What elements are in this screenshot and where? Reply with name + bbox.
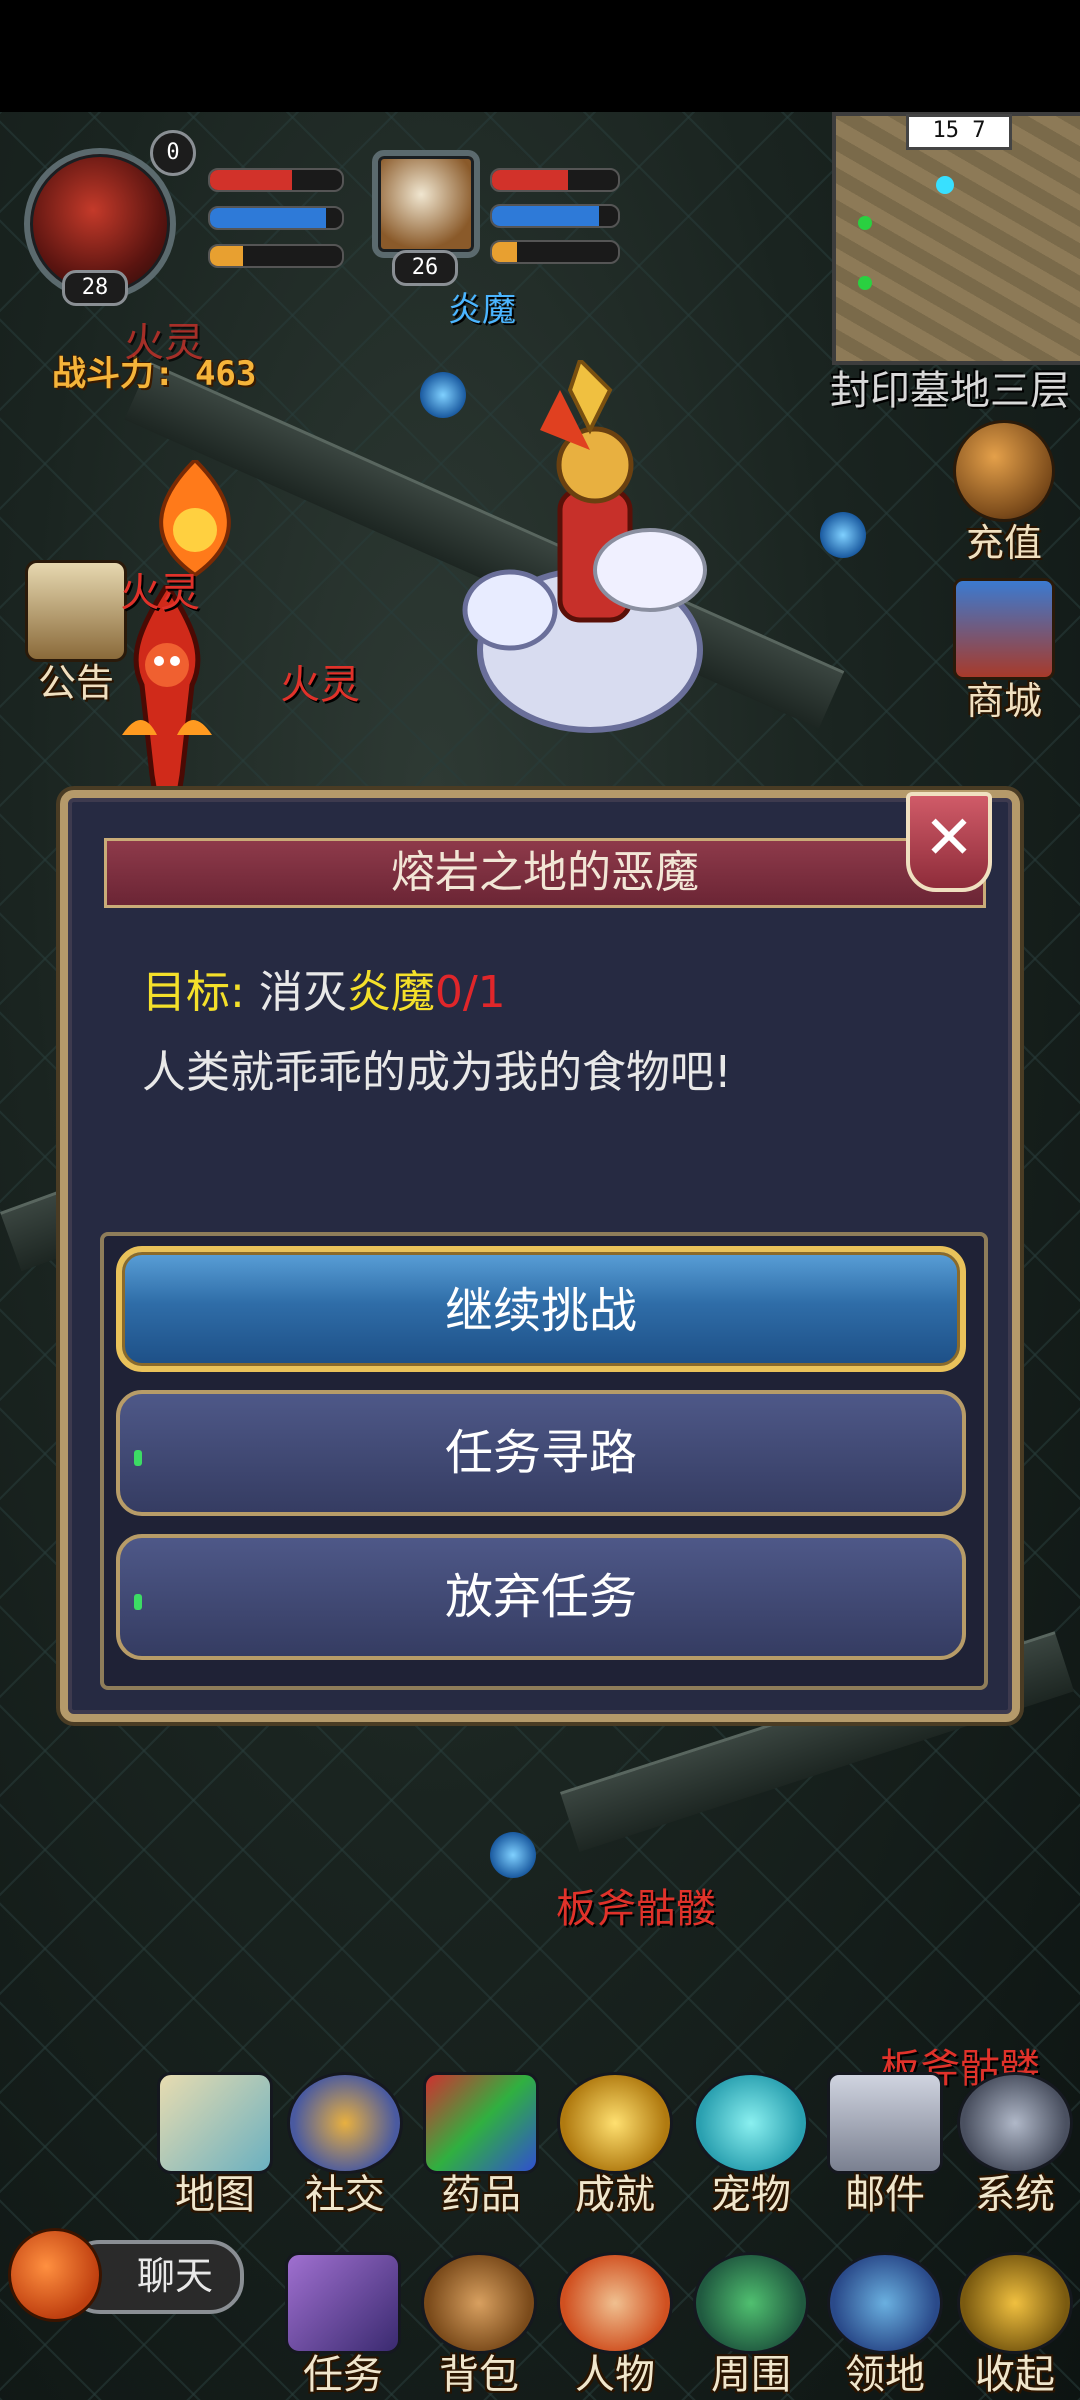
minimap-player-marker	[936, 176, 954, 194]
player-mp-bar	[208, 206, 344, 230]
mob-name-label: 火灵	[124, 320, 204, 366]
menu-mail-label: 邮件	[845, 2172, 925, 2218]
pet-hp-fill	[492, 170, 568, 190]
close-icon: ✕	[923, 803, 975, 873]
pet-name-label: 炎魔	[448, 290, 516, 330]
menu-quests-label: 任务	[303, 2352, 383, 2398]
menu-pets-label: 宠物	[711, 2172, 791, 2218]
book-icon	[25, 560, 127, 662]
dialog-title: 熔岩之地的恶魔	[104, 838, 986, 908]
quest-description: 人类就乖乖的成为我的食物吧!	[142, 1047, 732, 1098]
button-indicator	[134, 1450, 142, 1466]
button-indicator	[134, 1594, 142, 1610]
goal-target: 炎魔	[346, 967, 435, 1018]
chat-avatar-icon	[8, 2228, 102, 2322]
shop-label: 商城	[965, 679, 1042, 723]
pet-mp-fill	[492, 206, 600, 226]
pet-hp-bar	[490, 168, 620, 192]
menu-pets[interactable]: 宠物	[686, 2072, 816, 2220]
menu-system-label: 系统	[975, 2172, 1055, 2218]
minimap-marker	[858, 216, 872, 230]
rocket-icon	[953, 420, 1055, 522]
notification-count-badge[interactable]: 0	[150, 130, 196, 176]
mail-icon	[827, 2072, 943, 2174]
dialog-button-group: 继续挑战 任务寻路 放弃任务	[100, 1232, 988, 1690]
menu-collapse-label: 收起	[975, 2352, 1055, 2398]
shop-button[interactable]: 商城	[944, 578, 1064, 725]
recharge-button[interactable]: 充值	[944, 420, 1064, 567]
menu-system[interactable]: 系统	[950, 2072, 1080, 2220]
menu-achievements-label: 成就	[575, 2172, 655, 2218]
player-exp-fill	[210, 246, 243, 266]
menu-collapse[interactable]: 收起	[950, 2252, 1080, 2400]
social-icon	[287, 2072, 403, 2174]
continue-challenge-button[interactable]: 继续挑战	[116, 1246, 966, 1372]
menu-potions[interactable]: 药品	[416, 2072, 546, 2220]
minimap[interactable]: 15 7	[832, 112, 1080, 365]
map-name: 封印墓地三层	[830, 368, 1070, 414]
quest-book-icon	[285, 2252, 401, 2354]
mob-name-label: 火灵	[120, 570, 200, 616]
character-icon	[557, 2252, 673, 2354]
map-icon	[157, 2072, 273, 2174]
goal-action: 消灭	[258, 967, 347, 1018]
gear-icon	[957, 2072, 1073, 2174]
player-hero-mounted[interactable]	[440, 360, 720, 760]
minimap-coordinates: 15 7	[906, 114, 1012, 150]
pet-icon	[693, 2072, 809, 2174]
collapse-arrow-icon	[957, 2252, 1073, 2354]
blue-flame-torch	[820, 512, 866, 558]
menu-potions-label: 药品	[441, 2172, 521, 2218]
quest-dialog: 熔岩之地的恶魔 ✕ 目标: 消灭炎魔0/1 人类就乖乖的成为我的食物吧! 继续挑…	[60, 790, 1020, 1722]
minimap-marker	[858, 276, 872, 290]
abandon-quest-label: 放弃任务	[444, 1569, 637, 1625]
player-hp-bar	[208, 168, 344, 192]
shield-icon	[827, 2252, 943, 2354]
menu-social[interactable]: 社交	[280, 2072, 410, 2220]
menu-nearby-label: 周围	[711, 2352, 791, 2398]
menu-mail[interactable]: 邮件	[820, 2072, 950, 2220]
potion-icon	[423, 2072, 539, 2174]
goal-label: 目标:	[142, 967, 245, 1018]
menu-achievements[interactable]: 成就	[550, 2072, 680, 2220]
pet-level-badge: 26	[392, 250, 458, 286]
shop-icon	[953, 578, 1055, 680]
goal-progress: 0/1	[434, 967, 506, 1018]
menu-map-label: 地图	[175, 2172, 255, 2218]
player-level-badge: 28	[62, 270, 128, 306]
menu-nearby[interactable]: 周围	[686, 2252, 816, 2400]
menu-territory-label: 领地	[845, 2352, 925, 2398]
quest-goal: 目标: 消灭炎魔0/1	[142, 956, 506, 1020]
mob-name-label: 板斧骷髅	[556, 1886, 716, 1932]
player-exp-bar	[208, 244, 344, 268]
blue-flame-torch	[490, 1832, 536, 1878]
menu-territory[interactable]: 领地	[820, 2252, 950, 2400]
pet-exp-bar	[490, 240, 620, 264]
dialog-close-button[interactable]: ✕	[906, 792, 992, 892]
trophy-icon	[557, 2072, 673, 2174]
pet-mp-bar	[490, 204, 620, 228]
pet-exp-fill	[492, 242, 518, 262]
abandon-quest-button[interactable]: 放弃任务	[116, 1534, 966, 1660]
recharge-label: 充值	[965, 521, 1042, 565]
announcement-button[interactable]: 公告	[16, 560, 136, 707]
menu-map[interactable]: 地图	[150, 2072, 280, 2220]
nearby-icon	[693, 2252, 809, 2354]
menu-bag[interactable]: 背包	[414, 2252, 544, 2400]
pet-portrait[interactable]	[372, 150, 480, 258]
quest-pathfind-label: 任务寻路	[444, 1425, 637, 1481]
player-mp-fill	[210, 208, 327, 228]
menu-bag-label: 背包	[439, 2352, 519, 2398]
menu-quests[interactable]: 任务	[278, 2252, 408, 2400]
player-hp-fill	[210, 170, 292, 190]
quest-pathfind-button[interactable]: 任务寻路	[116, 1390, 966, 1516]
backpack-icon	[421, 2252, 537, 2354]
menu-character[interactable]: 人物	[550, 2252, 680, 2400]
announcement-label: 公告	[37, 661, 114, 705]
chat-button[interactable]: 聊天	[0, 2220, 244, 2330]
menu-social-label: 社交	[305, 2172, 385, 2218]
mob-name-label: 火灵	[280, 662, 360, 708]
menu-character-label: 人物	[575, 2352, 655, 2398]
